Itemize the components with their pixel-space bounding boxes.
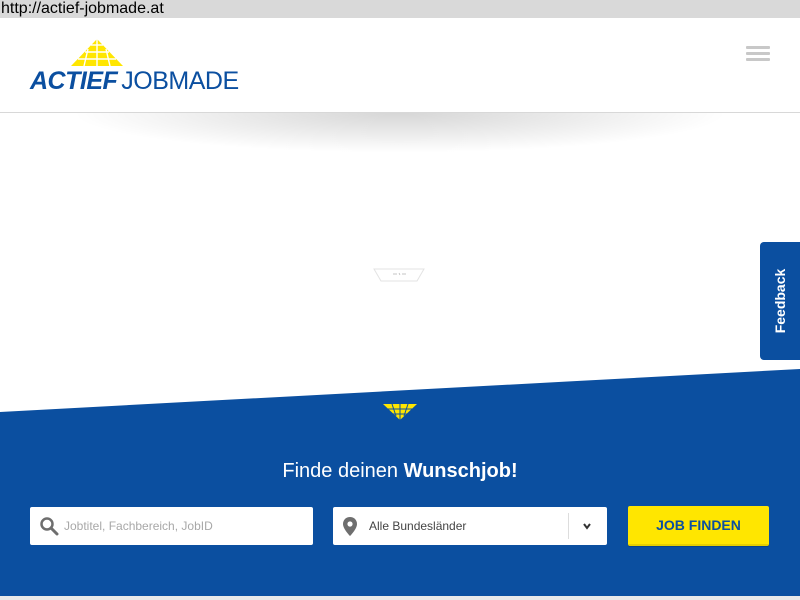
chevron-down-icon bbox=[583, 523, 591, 530]
select-divider bbox=[568, 513, 569, 539]
browser-url-bar[interactable]: http://actief-jobmade.at bbox=[0, 0, 800, 18]
feedback-tab[interactable]: Feedback bbox=[760, 242, 800, 360]
site-logo[interactable]: ACTIEF JOBMADE bbox=[30, 38, 239, 94]
region-select-value: Alle Bundesländer bbox=[369, 519, 467, 533]
headline-bold: Wunschjob! bbox=[403, 460, 518, 482]
hamburger-menu-icon[interactable] bbox=[746, 46, 770, 64]
job-find-button[interactable]: JOB FINDEN bbox=[628, 506, 769, 546]
slider-loading-indicator-icon bbox=[373, 268, 425, 282]
search-headline: Finde deinen Wunschjob! bbox=[0, 460, 800, 483]
section-bottom-divider bbox=[0, 596, 800, 600]
site-header: ACTIEF JOBMADE bbox=[0, 18, 800, 113]
logo-wordmark: ACTIEF JOBMADE bbox=[30, 68, 239, 94]
feedback-label: Feedback bbox=[772, 268, 788, 334]
region-select[interactable]: Alle Bundesländer bbox=[333, 507, 607, 545]
job-search-field bbox=[30, 507, 313, 545]
headline-regular: Finde deinen bbox=[282, 460, 404, 482]
inverted-pyramid-icon bbox=[383, 403, 417, 420]
logo-brand-bold: ACTIEF bbox=[30, 67, 118, 95]
search-icon bbox=[40, 517, 59, 536]
logo-brand-regular: JOBMADE bbox=[121, 67, 239, 95]
logo-pyramid-icon bbox=[71, 39, 123, 67]
location-pin-icon bbox=[343, 517, 357, 536]
header-shadow bbox=[70, 113, 730, 153]
job-search-input[interactable] bbox=[64, 507, 304, 545]
